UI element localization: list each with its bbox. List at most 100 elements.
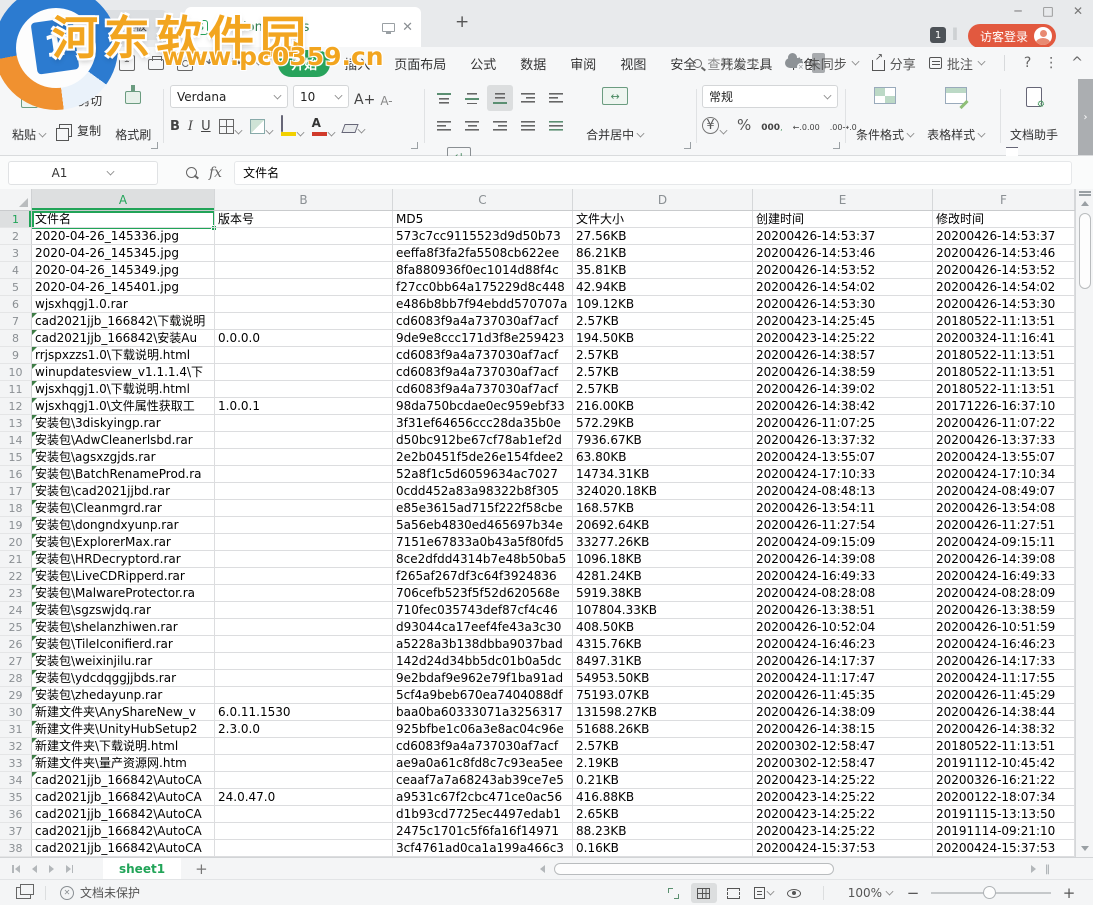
scroll-up-icon[interactable] [1081,201,1089,206]
redo-icon[interactable]: ↷ [230,55,242,71]
cell-D32[interactable]: 2.57KB [573,738,753,755]
cell-E10[interactable]: 20200426-14:38:59 [753,364,933,381]
minimize-button[interactable]: ─ [1003,0,1033,22]
cell-E27[interactable]: 20200426-14:17:37 [753,653,933,670]
fill-color-button[interactable] [281,116,304,136]
cell-B3[interactable] [215,245,393,262]
distribute-button[interactable] [543,113,569,139]
ribbon-tab-插入[interactable]: 插入 [334,51,380,76]
cell-D6[interactable]: 109.12KB [573,296,753,313]
column-header-E[interactable]: E [753,189,933,210]
maximize-button[interactable]: □ [1033,0,1063,22]
cell-C2[interactable]: 573c7cc9115523d9d50b73 [393,228,573,245]
cell-A31[interactable]: 新建文件夹\UnityHubSetup2 [32,721,215,738]
cell-B17[interactable] [215,483,393,500]
cell-C32[interactable]: cd6083f9a4a737030af7acf [393,738,573,755]
select-all-corner[interactable] [0,189,32,210]
column-header-A[interactable]: A [32,189,215,210]
row-header-4[interactable]: 4 [0,262,32,279]
cell-D30[interactable]: 131598.27KB [573,704,753,721]
cell-F33[interactable]: 20191112-10:45:42 [933,755,1075,772]
new-tab-button[interactable]: + [455,12,469,32]
cell-B23[interactable] [215,585,393,602]
cell-B22[interactable] [215,568,393,585]
print-preview-icon[interactable] [177,55,193,71]
cell-E36[interactable]: 20200423-14:25:22 [753,806,933,823]
row-header-27[interactable]: 27 [0,653,32,670]
cell-A33[interactable]: 新建文件夹\量产资源网.htm [32,755,215,772]
cell-D22[interactable]: 4281.24KB [573,568,753,585]
cell-E2[interactable]: 20200426-14:53:37 [753,228,933,245]
document-tab[interactable]: S VersionInfo.xls ✕ [185,7,421,47]
row-header-20[interactable]: 20 [0,534,32,551]
cell-A21[interactable]: 安装包\HRDecryptord.rar [32,551,215,568]
thousands-button[interactable]: 000, [761,115,782,134]
cell-C37[interactable]: 2475c1701c5f6fa16f14971 [393,823,573,840]
cell-C7[interactable]: cd6083f9a4a737030af7acf [393,313,573,330]
cell-D3[interactable]: 86.21KB [573,245,753,262]
dialog-launcher-icon[interactable] [684,142,691,149]
cell-A36[interactable]: cad2021jjb_166842\AutoCA [32,806,215,823]
cell-E7[interactable]: 20200423-14:25:45 [753,313,933,330]
cell-F34[interactable]: 20200326-16:21:22 [933,772,1075,789]
cell-D16[interactable]: 14734.31KB [573,466,753,483]
cell-E12[interactable]: 20200426-14:38:42 [753,398,933,415]
cell-B4[interactable] [215,262,393,279]
cell-B21[interactable] [215,551,393,568]
zoom-out-button[interactable]: − [903,884,923,902]
cell-A32[interactable]: 新建文件夹\下载说明.html [32,738,215,755]
row-header-3[interactable]: 3 [0,245,32,262]
cell-A11[interactable]: wjsxhqgj1.0\下载说明.html [32,381,215,398]
cell-B15[interactable] [215,449,393,466]
collapse-ribbon-icon[interactable]: ^ [1071,55,1083,71]
ribbon-tab-页面布局[interactable]: 页面布局 [384,51,456,76]
row-header-37[interactable]: 37 [0,823,32,840]
increase-indent-button[interactable] [543,85,569,111]
cell-B6[interactable] [215,296,393,313]
next-sheet-icon[interactable] [49,865,54,873]
decrease-indent-button[interactable] [515,85,541,111]
cell-B27[interactable] [215,653,393,670]
cell-C4[interactable]: 8fa880936f0ec1014d88f4c [393,262,573,279]
cell-D10[interactable]: 2.57KB [573,364,753,381]
dialog-launcher-icon[interactable] [833,142,840,149]
table-style-button[interactable]: 表格样式 [923,85,989,145]
align-left-button[interactable] [431,113,457,139]
cell-E37[interactable]: 20200423-14:25:22 [753,823,933,840]
cell-D14[interactable]: 7936.67KB [573,432,753,449]
cell-D38[interactable]: 0.16KB [573,840,753,857]
cell-D9[interactable]: 2.57KB [573,347,753,364]
cell-D4[interactable]: 35.81KB [573,262,753,279]
cell-F26[interactable]: 20200424-16:46:23 [933,636,1075,653]
ribbon-tab-审阅[interactable]: 审阅 [560,51,606,76]
cell-C34[interactable]: ceaaf7a7a68243ab39ce7e5 [393,772,573,789]
cell-D37[interactable]: 88.23KB [573,823,753,840]
cell-C18[interactable]: e85e3615ad715f222f58cbe [393,500,573,517]
cell-C8[interactable]: 9de9e8ccc171d3f8e259423 [393,330,573,347]
cell-A10[interactable]: winupdatesview_v1.1.1.4\下 [32,364,215,381]
cell-F37[interactable]: 20191114-09:21:10 [933,823,1075,840]
page-layout-view-button[interactable] [751,883,777,903]
file-menu[interactable]: ≡ 文件 [0,54,77,73]
row-header-1[interactable]: 1 [0,211,32,228]
cell-E34[interactable]: 20200423-14:25:22 [753,772,933,789]
cell-D5[interactable]: 42.94KB [573,279,753,296]
cell-F27[interactable]: 20200426-14:17:33 [933,653,1075,670]
cell-D26[interactable]: 4315.76KB [573,636,753,653]
row-header-28[interactable]: 28 [0,670,32,687]
cell-A4[interactable]: 2020-04-26_145349.jpg [32,262,215,279]
cell-B12[interactable]: 1.0.0.1 [215,398,393,415]
cell-A37[interactable]: cad2021jjb_166842\AutoCA [32,823,215,840]
row-header-31[interactable]: 31 [0,721,32,738]
row-header-25[interactable]: 25 [0,619,32,636]
currency-button[interactable]: ¥ [702,117,727,134]
horizontal-scrollbar[interactable]: ‖ [540,862,1050,876]
cell-F6[interactable]: 20200426-14:53:30 [933,296,1075,313]
dialog-launcher-icon[interactable] [151,142,158,149]
cell-B34[interactable] [215,772,393,789]
sync-status-button[interactable]: 未同步 [785,54,859,73]
cell-A15[interactable]: 安装包\agsxzgjds.rar [32,449,215,466]
cell-F8[interactable]: 20200324-11:16:41 [933,330,1075,347]
paste-button[interactable]: 粘贴 [8,85,50,145]
column-header-F[interactable]: F [933,189,1075,210]
